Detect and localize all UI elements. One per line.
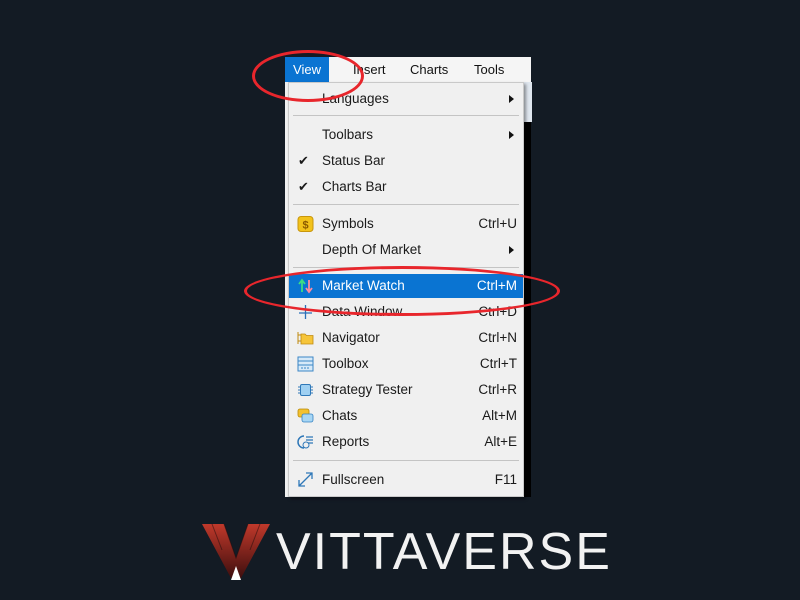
menu-item-label: Strategy Tester <box>322 382 413 397</box>
separator <box>293 115 519 116</box>
menu-view-label: View <box>293 62 321 77</box>
menu-charts[interactable]: Charts <box>403 57 455 82</box>
crosshair-icon <box>297 304 314 320</box>
checkmark-icon: ✔ <box>298 179 309 194</box>
menu-item-data-window[interactable]: Data Window Ctrl+D <box>289 300 523 324</box>
shortcut-label: Alt+M <box>482 408 517 423</box>
menu-item-label: Symbols <box>322 216 374 231</box>
menu-item-label: Toolbox <box>322 356 369 371</box>
menu-item-label: Languages <box>322 91 389 106</box>
shortcut-label: F11 <box>494 472 517 487</box>
menu-item-label: Fullscreen <box>322 472 385 487</box>
menu-item-navigator[interactable]: Navigator Ctrl+N <box>289 326 523 350</box>
menu-item-label: Data Window <box>322 304 403 319</box>
expand-icon <box>297 472 314 488</box>
separator <box>293 267 519 268</box>
folder-icon <box>297 330 314 346</box>
menu-item-market-watch[interactable]: Market Watch Ctrl+M <box>289 274 523 298</box>
menu-view[interactable]: View <box>285 57 329 82</box>
logo-v-mark-icon <box>202 523 270 580</box>
menu-tools[interactable]: Tools <box>467 57 511 82</box>
menu-tools-label: Tools <box>474 62 505 77</box>
menu-item-languages[interactable]: Languages <box>289 87 523 111</box>
menu-item-label: Chats <box>322 408 358 423</box>
toolbox-icon <box>297 356 314 372</box>
vittaverse-logo: VITTAVERSE <box>200 520 610 585</box>
menu-item-reports[interactable]: Reports Alt+E <box>289 430 523 454</box>
menu-insert-label: Insert <box>353 62 386 77</box>
submenu-arrow-icon <box>509 131 514 139</box>
submenu-arrow-icon <box>509 246 514 254</box>
shortcut-label: Ctrl+R <box>478 382 517 397</box>
shortcut-label: Ctrl+T <box>479 356 517 371</box>
shortcut-label: Ctrl+N <box>478 330 517 345</box>
menu-item-strategy-tester[interactable]: Strategy Tester Ctrl+R <box>289 378 523 402</box>
chat-bubbles-icon <box>297 408 314 424</box>
menu-item-label: Reports <box>322 434 370 449</box>
menu-item-toolbox[interactable]: Toolbox Ctrl+T <box>289 352 523 376</box>
chip-icon <box>297 382 314 398</box>
shortcut-label: Ctrl+M <box>476 278 517 293</box>
menu-item-label: Toolbars <box>322 127 374 142</box>
menu-item-fullscreen[interactable]: Fullscreen F11 <box>289 468 523 492</box>
menu-item-charts-bar[interactable]: ✔ Charts Bar <box>289 175 523 199</box>
menu-item-chats[interactable]: Chats Alt+M <box>289 404 523 428</box>
dollar-icon: $ <box>297 216 314 232</box>
menu-insert[interactable]: Insert <box>346 57 393 82</box>
menu-item-toolbars[interactable]: Toolbars <box>289 123 523 147</box>
menu-item-label: Status Bar <box>322 153 386 168</box>
checkmark-icon: ✔ <box>298 153 309 168</box>
menu-charts-label: Charts <box>410 62 449 77</box>
shortcut-label: Ctrl+D <box>478 304 517 319</box>
menu-item-label: Charts Bar <box>322 179 387 194</box>
submenu-arrow-icon <box>509 95 514 103</box>
menu-item-label: Market Watch <box>322 278 405 293</box>
up-down-arrows-icon <box>297 278 314 294</box>
menu-item-label: Navigator <box>322 330 380 345</box>
separator <box>293 460 519 461</box>
reports-icon <box>297 434 314 450</box>
view-dropdown-menu: Languages Toolbars ✔ Status Bar ✔ Charts… <box>288 82 524 497</box>
menu-bar: View Insert Charts Tools <box>285 57 531 82</box>
logo-text: VITTAVERSE <box>276 523 612 581</box>
shortcut-label: Ctrl+U <box>478 216 517 231</box>
svg-text:$: $ <box>302 220 308 232</box>
menu-item-symbols[interactable]: $ Symbols Ctrl+U <box>289 212 523 236</box>
menu-item-status-bar[interactable]: ✔ Status Bar <box>289 149 523 173</box>
separator <box>293 204 519 205</box>
menu-item-depth-of-market[interactable]: Depth Of Market <box>289 238 523 262</box>
shortcut-label: Alt+E <box>484 434 517 449</box>
menu-item-label: Depth Of Market <box>322 242 422 257</box>
